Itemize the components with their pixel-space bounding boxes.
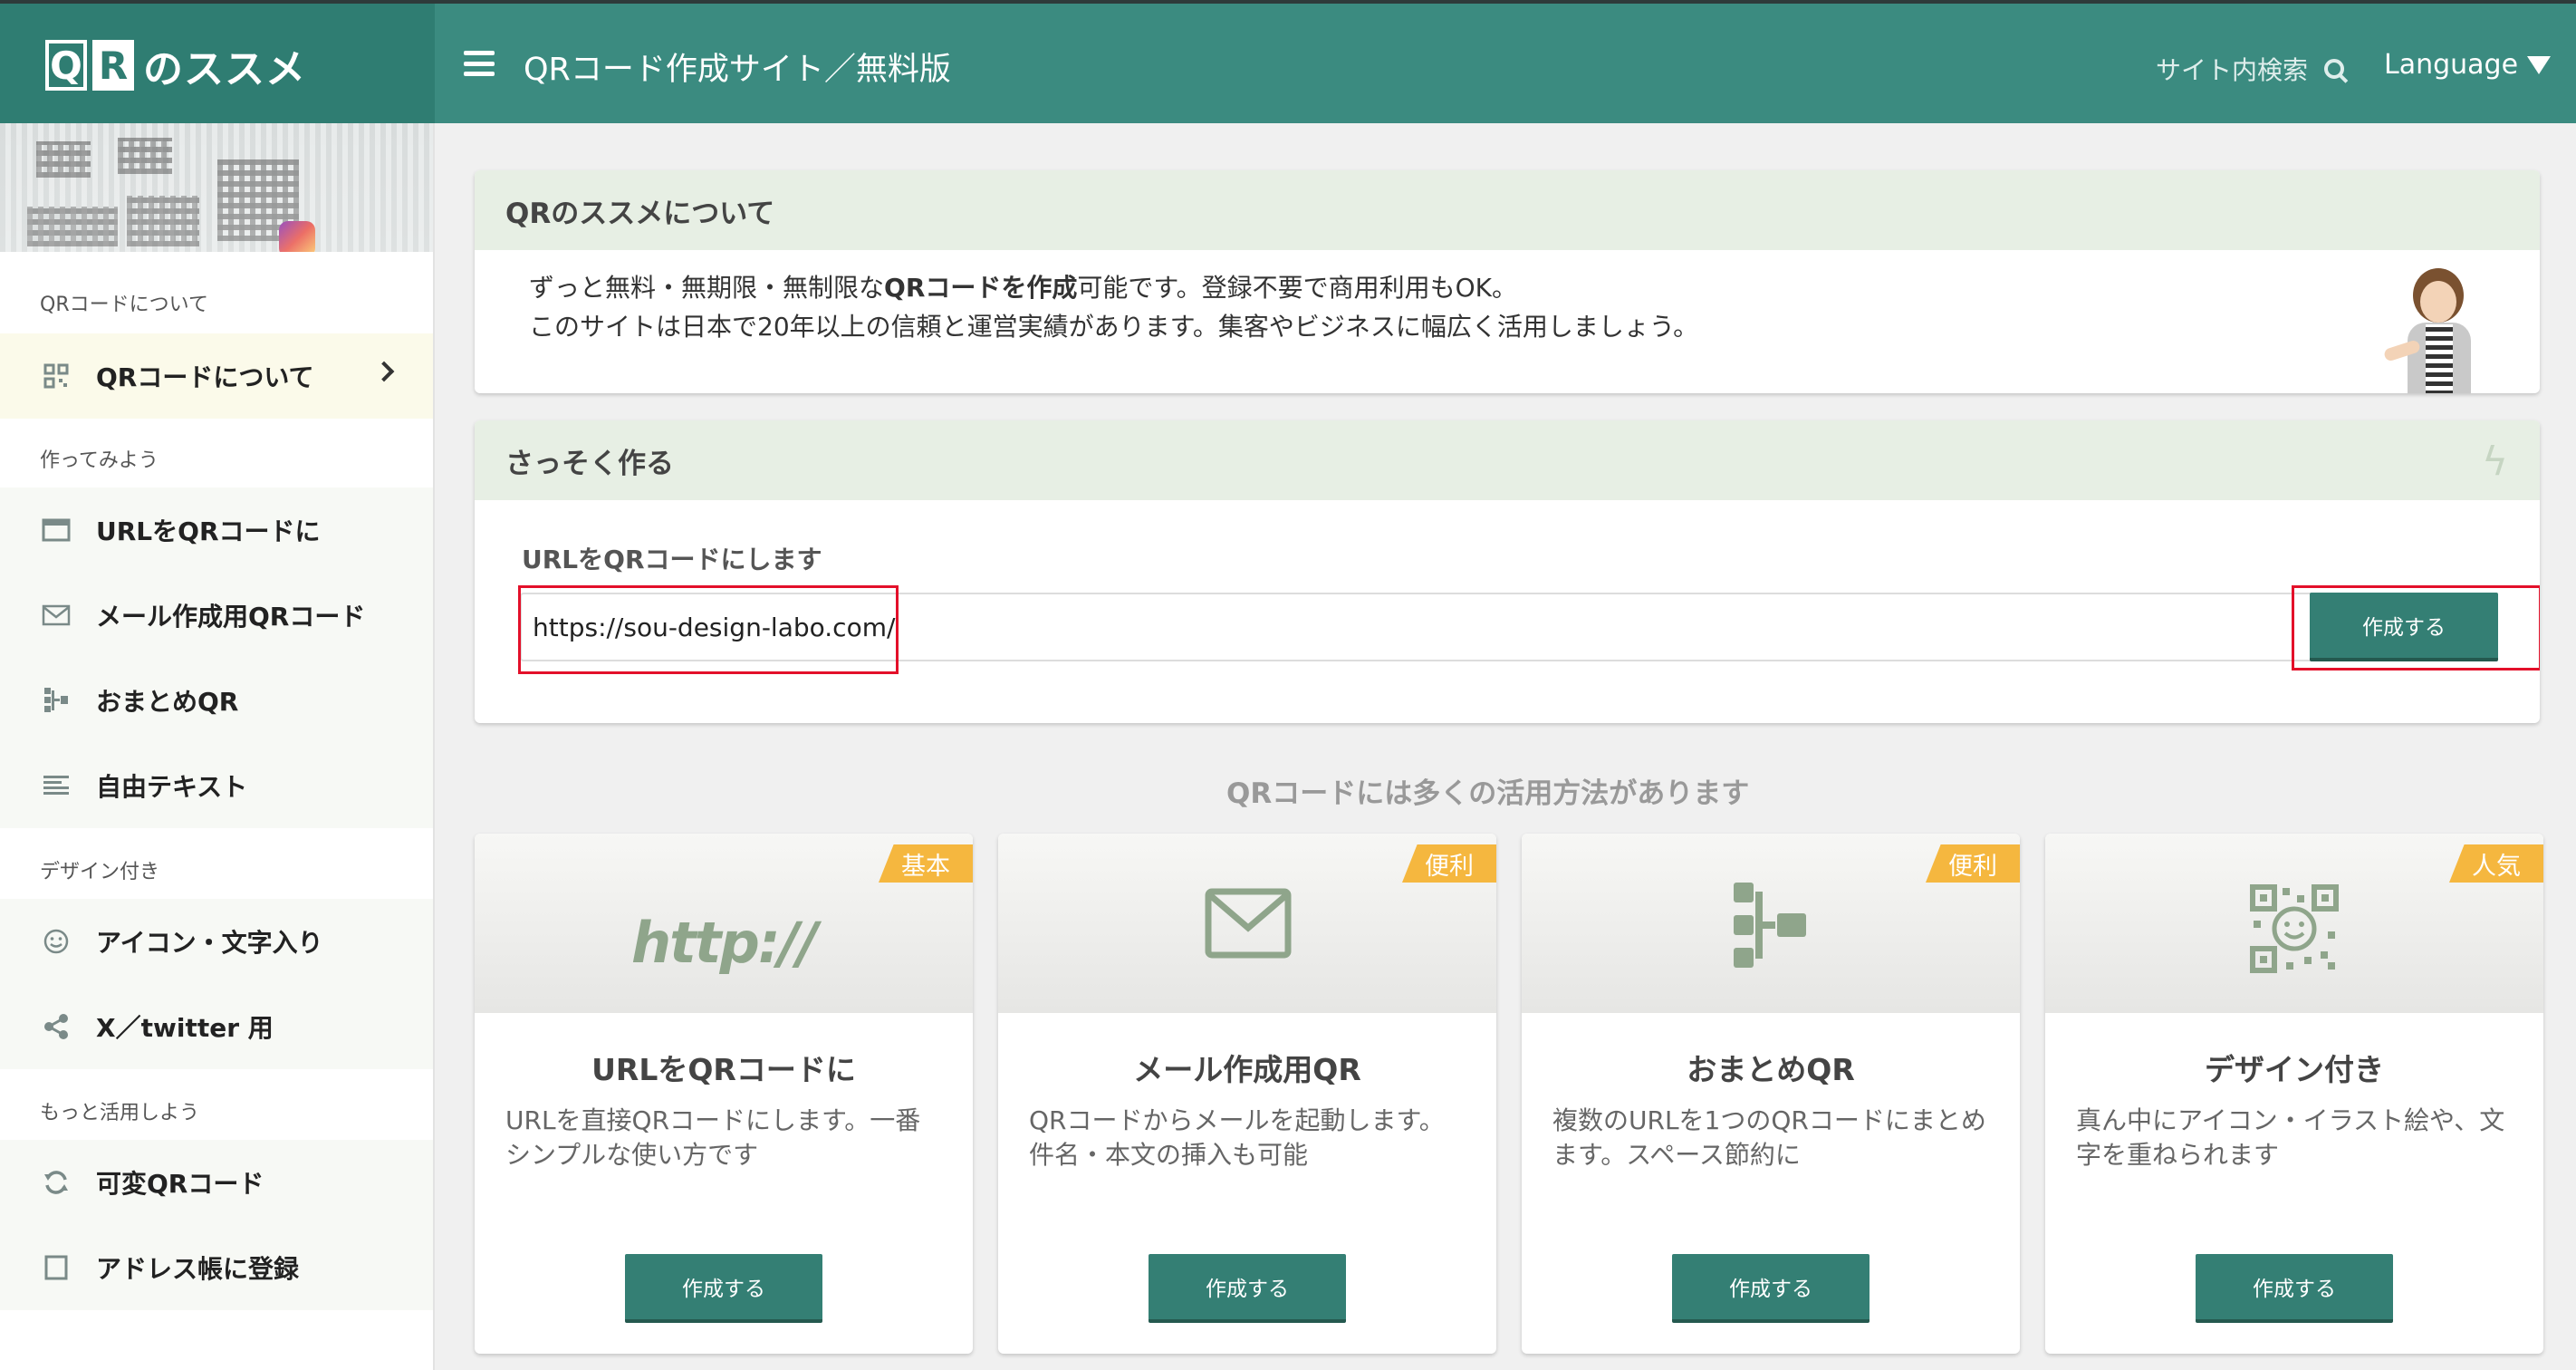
sidebar-group-create: URLをQRコードに メール作成用QRコード おまとめQR 自由テキスト (0, 487, 433, 828)
triangle-down-icon (2527, 55, 2552, 74)
badge-popular: 人気 (2449, 844, 2543, 883)
address-book-icon (40, 1251, 72, 1284)
guide-woman-illustration (2382, 261, 2489, 393)
feature-title: URLをQRコードに (591, 1052, 856, 1087)
quick-create-card: さっそく作る ϟ URLをQRコードにします 作成する (475, 420, 2540, 723)
sidebar-item-label: QRコードについて (96, 362, 314, 392)
sidebar-item-label: アドレス帳に登録 (96, 1254, 300, 1284)
sidebar-item-dynamic[interactable]: 可変QRコード (0, 1140, 433, 1225)
browser-window-icon (40, 514, 72, 546)
quick-heading: さっそく作る (475, 420, 2540, 500)
sidebar-hero-image (0, 123, 433, 252)
share-icon (40, 1010, 72, 1043)
feature-description: URLを直接QRコードにします。一番シンプルな使い方です (505, 1105, 921, 1170)
sidebar-section-more: もっと活用しよう (40, 1102, 200, 1124)
feature-description: QRコードからメールを起動します。件名・本文の挿入も可能 (1029, 1105, 1445, 1170)
refresh-icon (40, 1166, 72, 1199)
logo-r: R (92, 40, 134, 91)
badge-useful: 便利 (1926, 844, 2020, 883)
logo-area: Q R のススメ (0, 4, 435, 123)
about-heading: QRのススメについて (475, 170, 2540, 250)
tree-icon (40, 684, 72, 717)
feature-title: デザイン付き (2205, 1052, 2384, 1087)
sidebar-section-about: QRコードについて (40, 294, 208, 316)
sidebar-item-icon-text[interactable]: アイコン・文字入り (0, 899, 433, 984)
create-mail-button[interactable]: 作成する (1149, 1254, 1346, 1323)
menu-icon[interactable] (464, 51, 495, 76)
logo-text: のススメ (143, 46, 306, 92)
language-label: Language (2384, 49, 2519, 81)
sidebar-group-design: アイコン・文字入り X／twitter 用 (0, 899, 433, 1069)
text-lines-icon (40, 769, 72, 802)
sidebar: QRコードについて QRコードについて 作ってみよう URLをQRコードに メー… (0, 123, 435, 1370)
feature-card-design: 人気 デザイン付き 真ん中にアイコン・イラスト絵や、文字を重ねられます 作成する (2045, 834, 2543, 1354)
sidebar-item-text[interactable]: 自由テキスト (0, 743, 433, 828)
create-design-button[interactable]: 作成する (2196, 1254, 2393, 1323)
feature-title: おまとめQR (1687, 1052, 1855, 1087)
about-card: QRのススメについて ずっと無料・無期限・無制限なQRコードを作成可能です。登録… (475, 170, 2540, 393)
feature-card-url: 基本 http:// URLをQRコードに URLを直接QRコードにします。一番… (475, 834, 973, 1354)
create-url-button[interactable]: 作成する (625, 1254, 822, 1323)
sidebar-section-create: 作ってみよう (40, 449, 159, 472)
sidebar-item-label: アイコン・文字入り (96, 928, 323, 958)
sidebar-item-label: X／twitter 用 (96, 1013, 274, 1043)
search-icon (2324, 59, 2345, 79)
sidebar-section-design: デザイン付き (40, 861, 160, 883)
feature-description: 真ん中にアイコン・イラスト絵や、文字を重ねられます (2076, 1105, 2505, 1170)
sidebar-item-qr-about[interactable]: QRコードについて (0, 333, 433, 419)
about-text: ずっと無料・無期限・無制限なQRコードを作成可能です。登録不要で商用利用もOK。… (529, 268, 1698, 346)
http-icon: http:// (631, 910, 818, 976)
qr-icon (40, 360, 72, 392)
feature-card-bundle: 便利 おまとめQR 複数のURLを1つのQRコードにまとめます。スペース節約に … (1522, 834, 2020, 1354)
feature-description: 複数のURLを1つのQRコードにまとめます。スペース節約に (1552, 1105, 1986, 1170)
sidebar-item-label: おまとめQR (96, 687, 239, 717)
lightning-icon: ϟ (2482, 439, 2509, 485)
sidebar-group-more: 可変QRコード アドレス帳に登録 (0, 1140, 433, 1310)
sidebar-item-twitter[interactable]: X／twitter 用 (0, 984, 433, 1069)
quick-url-label: URLをQRコードにします (522, 545, 822, 574)
about-line-1: ずっと無料・無期限・無制限なQRコードを作成可能です。登録不要で商用利用もOK。 (529, 273, 1517, 303)
sidebar-item-address[interactable]: アドレス帳に登録 (0, 1225, 433, 1310)
mail-icon (40, 599, 72, 632)
chevron-right-icon (373, 361, 395, 382)
sidebar-item-url[interactable]: URLをQRコードに (0, 487, 433, 573)
language-dropdown[interactable]: Language (2384, 49, 2552, 81)
sidebar-item-mail[interactable]: メール作成用QRコード (0, 573, 433, 658)
smiley-icon (40, 925, 72, 958)
badge-useful: 便利 (1402, 844, 1496, 883)
sidebar-item-label: 自由テキスト (96, 772, 248, 802)
site-logo[interactable]: Q R のススメ (45, 36, 306, 94)
sidebar-item-label: URLをQRコードに (96, 516, 321, 546)
feature-card-mail: 便利 メール作成用QR QRコードからメールを起動します。件名・本文の挿入も可能… (998, 834, 1496, 1354)
feature-title: メール作成用QR (1133, 1052, 1361, 1087)
quick-create-button[interactable]: 作成する (2310, 593, 2498, 661)
badge-basic: 基本 (879, 844, 973, 883)
sidebar-item-bundle[interactable]: おまとめQR (0, 658, 433, 743)
site-search-button[interactable]: サイト内検索 (2156, 51, 2345, 87)
site-title: QRコード作成サイト／無料版 (524, 52, 951, 88)
logo-q: Q (45, 40, 87, 91)
about-line-2: このサイトは日本で20年以上の信頼と運営実績があります。集客やビジネスに幅広く活… (529, 312, 1699, 342)
top-bar: Q R のススメ QRコード作成サイト／無料版 サイト内検索 Language (0, 0, 2576, 123)
sidebar-item-label: メール作成用QRコード (96, 602, 366, 632)
site-search-label: サイト内検索 (2156, 55, 2309, 85)
sidebar-item-label: 可変QRコード (96, 1169, 264, 1199)
create-bundle-button[interactable]: 作成する (1672, 1254, 1870, 1323)
url-input[interactable] (520, 593, 2458, 661)
